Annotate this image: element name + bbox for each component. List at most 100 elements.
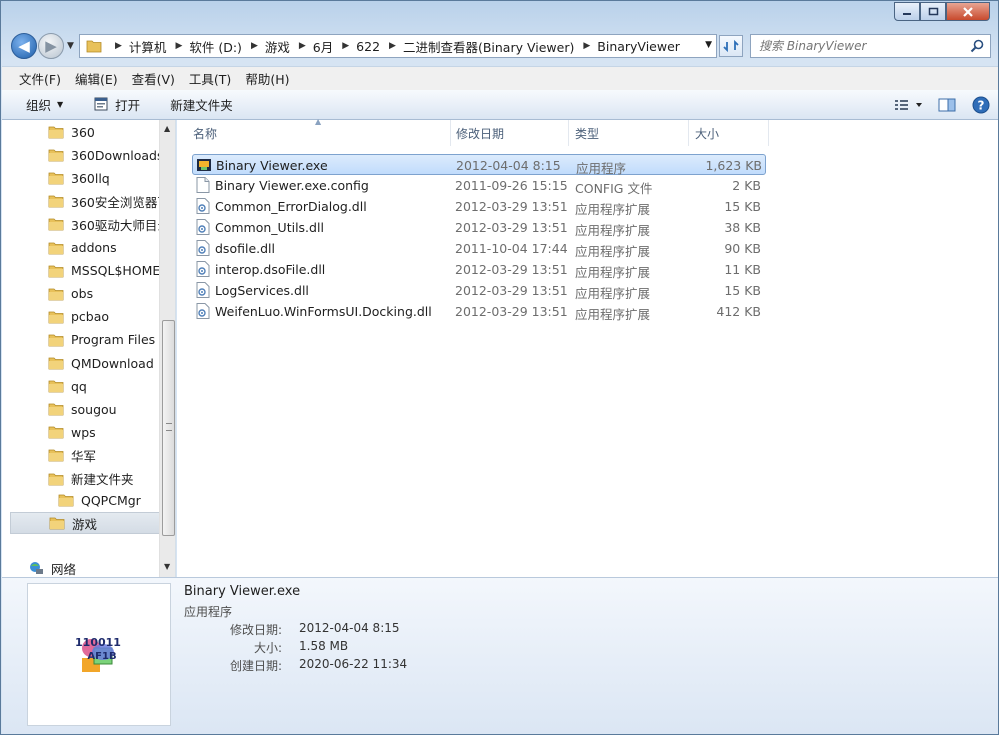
breadcrumb-item[interactable]: 二进制查看器(Binary Viewer) ▶ [403,37,597,56]
file-row[interactable]: LogServices.dll 2012-03-29 13:51 应用程序扩展 15 … [192,280,766,301]
view-options-button[interactable] [888,94,930,116]
scroll-thumb[interactable] [162,320,175,536]
tree-item[interactable]: 华军 [2,444,160,466]
search-input[interactable] [759,36,969,56]
tree-item[interactable]: wps [2,421,160,443]
menu-help[interactable]: 帮助(H) [238,69,296,88]
chevron-right-icon[interactable]: ▶ [299,41,306,51]
breadcrumb-item[interactable]: 622 ▶ [356,37,403,56]
back-button[interactable]: ◀ [11,33,37,59]
organize-label: 组织 [26,98,52,113]
column-header-name[interactable]: 名称 ▲ [177,117,451,146]
tree-item[interactable]: 360llq [2,167,160,189]
open-button[interactable]: 打开 [81,93,152,117]
file-size: 11 KB [724,262,761,277]
tree-item[interactable]: sougou [2,398,160,420]
column-name-label: 名称 [193,126,218,141]
column-header-type[interactable]: 类型 [569,120,689,146]
window-controls [894,2,990,21]
tree-item[interactable]: addons [2,237,160,259]
tree-item-label: 360 [71,124,95,140]
column-header-size[interactable]: 大小 [689,120,769,146]
breadcrumb-item[interactable]: BinaryViewer [597,37,680,56]
column-size-label: 大小 [695,126,720,141]
thumb-text-binary: 110011 [75,636,121,649]
tree-item[interactable]: 游戏 [10,512,160,534]
scroll-down-arrow[interactable]: ▼ [164,562,170,571]
tree-item[interactable]: 360安全浏览器下 [2,190,160,212]
menu-edit[interactable]: 编辑(E) [68,69,125,88]
tree-item[interactable]: 360Downloads [2,144,160,166]
file-size: 15 KB [724,199,761,214]
new-folder-button[interactable]: 新建文件夹 [158,93,245,117]
close-button[interactable] [946,2,990,21]
search-box[interactable] [750,34,991,58]
tree-item-label: sougou [71,401,117,417]
file-name: WeifenLuo.WinFormsUI.Docking.dll [215,304,432,319]
breadcrumb-item[interactable]: 游戏 ▶ [265,37,313,56]
chevron-right-icon[interactable]: ▶ [583,41,590,51]
file-row[interactable]: Binary Viewer.exe.config 2011-09-26 15:15… [192,175,766,196]
file-row[interactable]: Common_ErrorDialog.dll 2012-03-29 13:51 应用… [192,196,766,217]
menu-tools[interactable]: 工具(T) [182,69,238,88]
chevron-right-icon[interactable]: ▶ [389,41,396,51]
breadcrumb-item[interactable]: 软件 (D:) ▶ [189,37,265,56]
preview-pane-button[interactable] [930,94,964,116]
scroll-up-arrow[interactable]: ▲ [164,124,170,133]
file-list: 名称 ▲ 修改日期 类型 大小 Binary Viewer.exe 2012-04… [177,117,998,577]
dll-icon [196,219,210,235]
recent-pages-dropdown[interactable]: ▼ [67,41,74,51]
tree-item[interactable]: QMDownload [2,352,160,374]
dll-icon [196,303,210,319]
breadcrumb-label: 二进制查看器(Binary Viewer) [402,39,575,55]
tree-item[interactable]: obs [2,283,160,305]
file-size: 90 KB [724,241,761,256]
file-name: LogServices.dll [215,283,309,298]
tree-item[interactable]: pcbao [2,306,160,328]
address-row: ◀ ▶ ▼ ▶ 计算机 ▶ 软件 (D:) ▶ 游戏 ▶ 6月 ▶ 622 ▶ 二进制查看器(Bin… [1,31,999,63]
tree-item-network[interactable]: 网络 [2,557,160,577]
chevron-right-icon[interactable]: ▶ [342,41,349,51]
tree-item-label: 新建文件夹 [71,472,134,487]
menu-file[interactable]: 文件(F) [12,69,68,88]
maximize-button[interactable] [920,2,946,21]
details-modified-value: 2012-04-04 8:15 [299,621,400,635]
column-header-date[interactable]: 修改日期 [451,120,569,146]
tree-item[interactable]: 新建文件夹 [2,468,160,490]
tree-item[interactable]: Program Files ( [2,329,160,351]
details-created-value: 2020-06-22 11:34 [299,657,408,671]
breadcrumb-item[interactable]: 计算机 ▶ [129,37,189,56]
tree-item[interactable]: qq [2,375,160,397]
file-row[interactable]: Common_Utils.dll 2012-03-29 13:51 应用程序扩展 38… [192,217,766,238]
binary-viewer-icon: 110011 AF1B [75,636,121,672]
navigation-scrollbar[interactable]: ▲ ▼ [159,120,175,577]
help-button[interactable]: ? [964,94,998,116]
refresh-button[interactable] [719,35,743,57]
tree-item[interactable]: MSSQL$HOME [2,260,160,282]
organize-button[interactable]: 组织 ▼ [14,93,75,117]
close-icon [963,6,973,17]
file-row[interactable]: dsofile.dll 2011-10-04 17:44 应用程序扩展 90 KB [192,238,766,259]
file-modified-date: 2012-03-29 13:51 [455,262,568,277]
minimize-button[interactable] [894,2,920,21]
file-row[interactable]: interop.dsoFile.dll 2012-03-29 13:51 应用程序扩… [192,259,766,280]
tree-item[interactable]: 360驱动大师目录 [2,213,160,235]
exe-icon [197,159,211,171]
file-row[interactable]: Binary Viewer.exe 2012-04-04 8:15 应用程序 1,62… [192,154,766,176]
tree-item-label: wps [71,424,96,440]
chevron-right-icon[interactable]: ▶ [175,41,182,51]
tree-item[interactable]: QQPCMgr [2,489,160,511]
tree-item[interactable]: 360 [2,121,160,143]
forward-button[interactable]: ▶ [38,33,64,59]
menu-view[interactable]: 查看(V) [125,69,182,88]
search-icon[interactable] [970,39,984,53]
breadcrumb-item[interactable]: 6月 ▶ [313,37,356,56]
refresh-icon [723,39,739,53]
folder-icon [48,288,64,301]
chevron-right-icon[interactable]: ▶ [251,41,258,51]
file-name: interop.dsoFile.dll [215,262,326,277]
address-bar[interactable]: ▶ 计算机 ▶ 软件 (D:) ▶ 游戏 ▶ 6月 ▶ 622 ▶ 二进制查看器(Binary Vi… [79,34,717,58]
address-history-dropdown[interactable]: ▼ [705,40,712,50]
folder-icon [48,172,64,185]
file-row[interactable]: WeifenLuo.WinFormsUI.Docking.dll 2012-03-… [192,301,766,322]
